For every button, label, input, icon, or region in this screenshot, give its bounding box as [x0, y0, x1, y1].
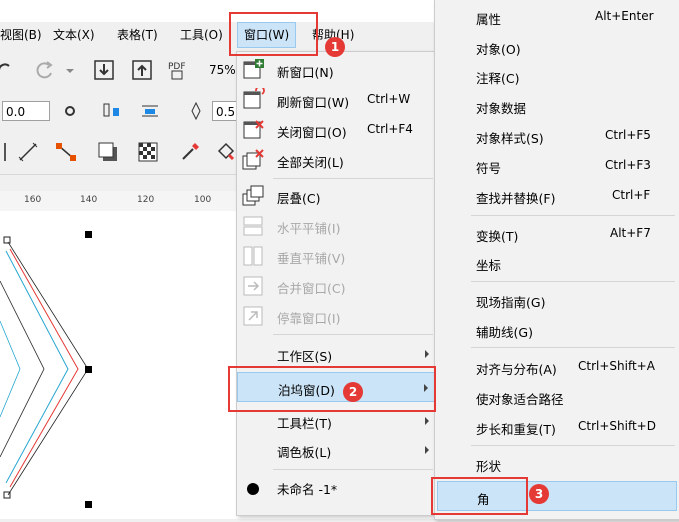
title-strip — [0, 0, 440, 22]
window-menu: 新窗口(N) 刷新窗口(W) Ctrl+W 关闭窗口(O) Ctrl+F4 全部… — [236, 51, 438, 516]
connector-icon[interactable] — [54, 140, 78, 164]
align-icon[interactable] — [100, 99, 124, 123]
menu-item-merge-windows: 合并窗口(C) — [237, 272, 437, 300]
docker-item-shape[interactable]: 形状 — [435, 450, 679, 478]
menu-item-new-window[interactable]: 新窗口(N) — [237, 56, 437, 84]
pdf-icon[interactable]: PDF — [166, 58, 190, 82]
selection-handle — [85, 501, 92, 508]
menu-window[interactable]: 窗口(W) — [237, 22, 297, 48]
menu-item-tile-vertical: 垂直平铺(V) — [237, 242, 437, 270]
active-document-dot-icon — [247, 483, 259, 495]
submenu-arrow-icon — [425, 446, 429, 454]
submenu-arrow-icon — [425, 417, 429, 425]
new-window-icon — [243, 59, 264, 79]
menu-table[interactable]: 表格(T) — [117, 26, 158, 43]
docker-item-symbols[interactable]: 符号 Ctrl+F3 — [435, 152, 679, 180]
menu-item-close-all[interactable]: 全部关闭(L) — [237, 146, 437, 174]
distribute-icon[interactable] — [138, 99, 162, 123]
cyan-hexagon-path — [5, 250, 69, 484]
menu-item-workspace[interactable]: 工作区(S) — [237, 340, 437, 368]
submenu-arrow-icon — [424, 384, 428, 392]
menu-item-tile-horizontal: 水平平铺(I) — [237, 212, 437, 240]
tile-vertical-icon — [243, 246, 263, 266]
refresh-window-icon — [243, 88, 265, 109]
menu-item-palettes[interactable]: 调色板(L) — [237, 436, 437, 464]
menu-item-refresh-window[interactable]: 刷新窗口(W) Ctrl+W — [237, 86, 437, 114]
menu-item-close-window[interactable]: 关闭窗口(O) Ctrl+F4 — [237, 116, 437, 144]
menu-item-toolbars[interactable]: 工具栏(T) — [237, 407, 437, 435]
inner-hexagon-path — [0, 280, 45, 458]
menu-separator — [471, 215, 675, 216]
selection-handle — [85, 231, 92, 238]
menu-separator — [471, 445, 675, 446]
menu-item-dock-window: 停靠窗口(I) — [237, 302, 437, 330]
dimension-line-icon[interactable] — [16, 140, 40, 164]
docker-item-comments[interactable]: 注释(C) — [435, 62, 679, 90]
selection-handle — [3, 236, 11, 244]
menu-tools[interactable]: 工具(O) — [180, 26, 223, 43]
dock-window-icon — [243, 306, 263, 326]
step-badge-2: 2 — [343, 382, 363, 402]
docker-item-transform[interactable]: 变换(T) Alt+F7 — [435, 220, 679, 248]
fill-icon[interactable] — [214, 140, 238, 164]
ruler-tick: 120 — [137, 195, 155, 205]
close-window-icon — [243, 120, 264, 139]
step-badge-3: 3 — [529, 484, 549, 504]
docker-item-hints[interactable]: 现场指南(G) — [435, 286, 679, 314]
inner-cyan-path — [0, 320, 21, 418]
docker-item-fit-to-path[interactable]: 使对象适合路径 — [435, 383, 679, 411]
menu-item-document-untitled[interactable]: 未命名 -1* — [237, 473, 437, 501]
tile-horizontal-icon — [243, 216, 263, 236]
zoom-field[interactable]: 75% — [206, 60, 240, 80]
eyedropper-icon[interactable] — [178, 140, 202, 164]
merge-windows-icon — [243, 276, 263, 296]
submenu-arrow-icon — [425, 350, 429, 358]
menu-separator — [273, 178, 433, 179]
docker-item-objects[interactable]: 对象(O) — [435, 33, 679, 61]
radio-icon[interactable] — [58, 99, 82, 123]
export-icon[interactable] — [130, 58, 154, 82]
cascade-icon — [242, 185, 264, 206]
docker-item-object-data[interactable]: 对象数据 — [435, 92, 679, 120]
menu-text[interactable]: 文本(X) — [53, 26, 95, 43]
redo-icon[interactable] — [32, 58, 56, 82]
docker-item-corner[interactable]: 角 — [437, 481, 677, 511]
ruler-tick: 160 — [24, 195, 42, 205]
step-badge-1: 1 — [325, 37, 345, 57]
drop-shadow-icon[interactable] — [96, 140, 120, 164]
menu-separator — [471, 281, 675, 282]
docker-item-properties[interactable]: 属性 Alt+Enter — [435, 3, 679, 31]
docker-item-find-replace[interactable]: 查找并替换(F) Ctrl+F — [435, 182, 679, 210]
menu-view[interactable]: 视图(B) — [0, 26, 42, 43]
transparency-icon[interactable] — [136, 140, 160, 164]
menu-item-dockers[interactable]: 泊坞窗(D) — [237, 372, 437, 402]
menu-bar: 视图(B) 文本(X) 表格(T) 工具(O) 窗口(W) 帮助(H) — [0, 22, 440, 48]
close-all-icon — [242, 149, 264, 170]
docker-item-step-repeat[interactable]: 步长和重复(T) Ctrl+Shift+D — [435, 413, 679, 441]
docker-item-guidelines[interactable]: 辅助线(G) — [435, 316, 679, 344]
docker-item-coordinates[interactable]: 坐标 — [435, 249, 679, 277]
dockers-submenu: 属性 Alt+Enter 对象(O) 注释(C) 对象数据 对象样式(S) Ct… — [434, 0, 679, 520]
chevron-down-icon[interactable] — [58, 58, 82, 82]
ruler-tick: 100 — [194, 195, 212, 205]
import-icon[interactable] — [92, 58, 116, 82]
ruler-tick: 140 — [80, 195, 98, 205]
menu-separator — [471, 347, 675, 348]
docker-item-align-distribute[interactable]: 对齐与分布(A) Ctrl+Shift+A — [435, 353, 679, 381]
docker-item-object-styles[interactable]: 对象样式(S) Ctrl+F5 — [435, 122, 679, 150]
position-field[interactable]: 0.0 — [2, 101, 50, 121]
menu-item-cascade[interactable]: 层叠(C) — [237, 182, 437, 210]
selection-handle — [85, 366, 92, 373]
menu-separator — [273, 334, 433, 335]
pen-icon[interactable] — [184, 99, 208, 123]
undo-arrow-icon[interactable] — [0, 58, 20, 82]
menu-separator — [273, 469, 433, 470]
